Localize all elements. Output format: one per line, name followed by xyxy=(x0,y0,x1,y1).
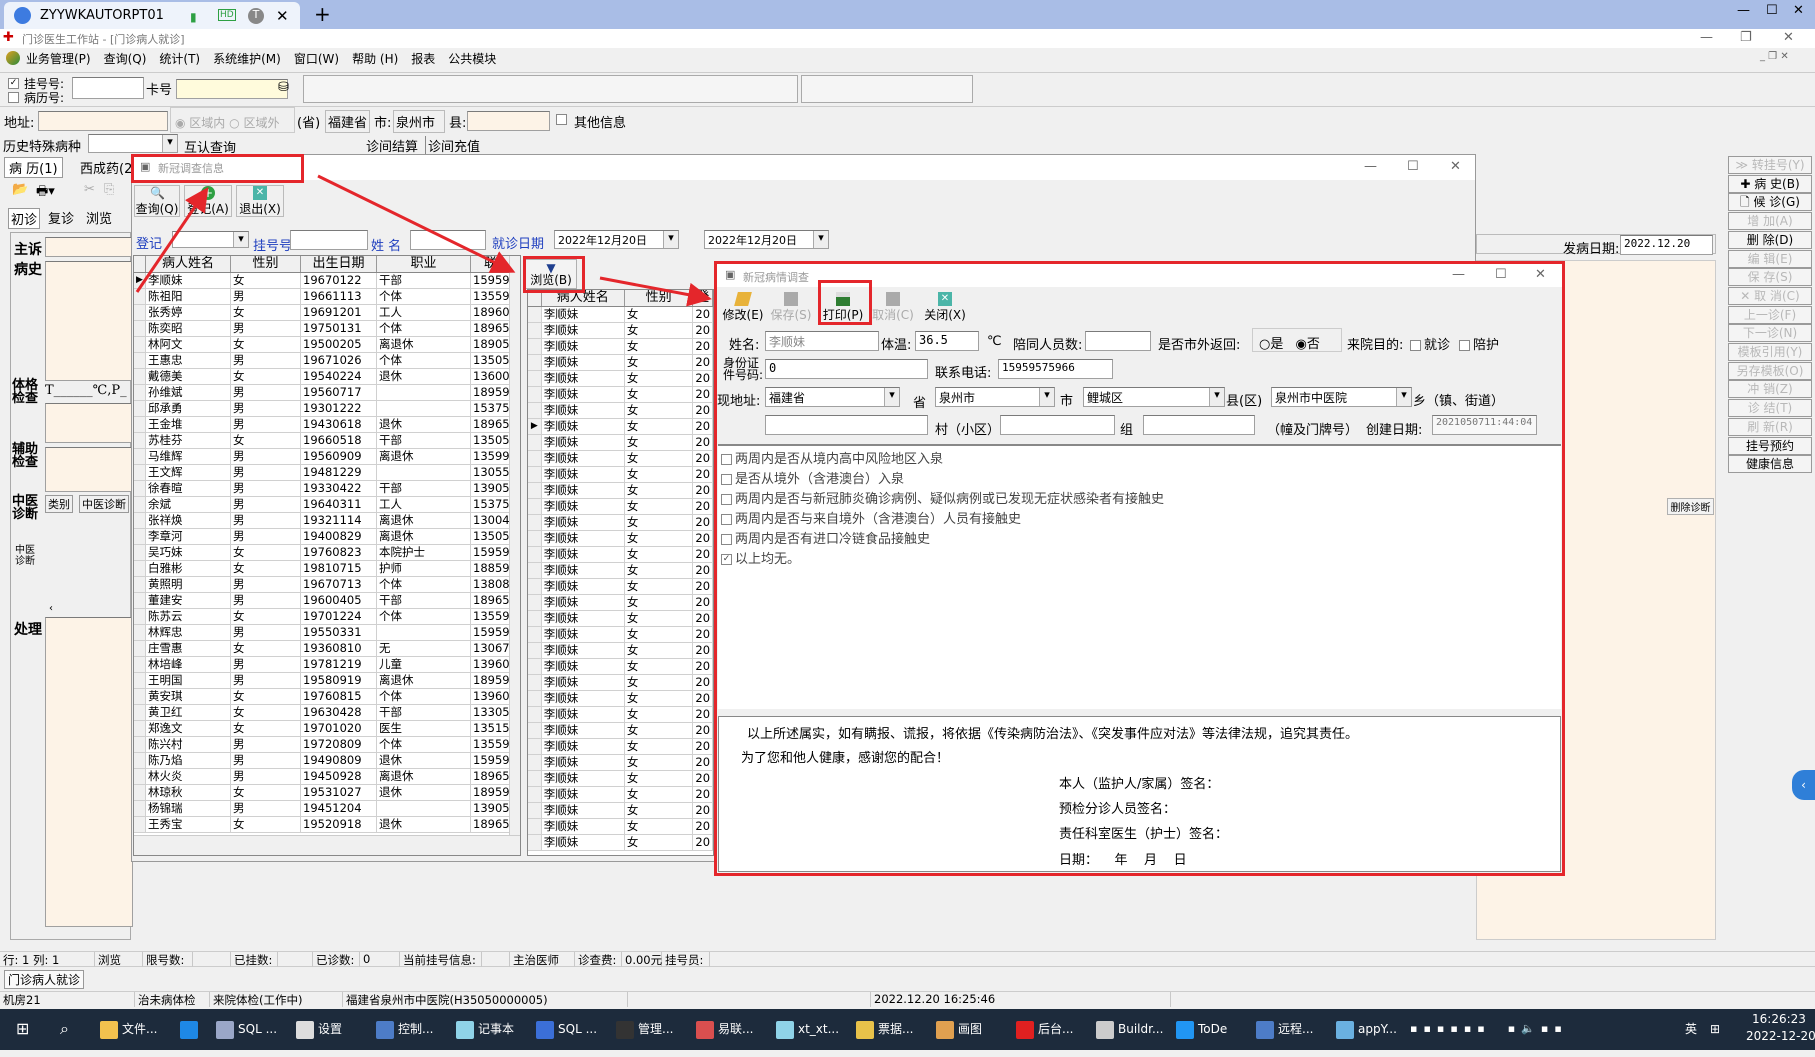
taskbar-app-label: 记事本 xyxy=(478,1022,515,1036)
taskbar-app[interactable]: 画图 xyxy=(936,1014,982,1044)
app-icon xyxy=(1336,1020,1354,1039)
status-seen-label: 已诊数: xyxy=(313,952,360,967)
taskbar-app[interactable]: 后台... xyxy=(1016,1014,1073,1044)
taskbar-app-label: 画图 xyxy=(958,1022,983,1036)
app-icon xyxy=(296,1020,314,1039)
status2-datetime: 2022.12.20 16:25:46 xyxy=(871,992,1171,1007)
app-icon xyxy=(1096,1020,1114,1039)
status-bar: 行: 1 列: 1 浏览 限号数: 已挂数: 已诊数: 0 当前挂号信息: 主治… xyxy=(0,951,1815,967)
app-icon xyxy=(696,1020,714,1039)
taskbar-app-label: xt_xt... xyxy=(798,1022,840,1036)
status-mode: 浏览 xyxy=(95,952,143,967)
taskbar-app[interactable]: appY... xyxy=(1336,1014,1397,1044)
status-rowcol: 行: 1 列: 1 xyxy=(0,952,95,967)
taskbar-app-label: 控制... xyxy=(398,1022,434,1036)
app-icon xyxy=(1176,1020,1194,1039)
status-fee-label: 诊查费: xyxy=(575,952,622,967)
app-icon xyxy=(100,1020,118,1039)
status-clerk-label: 挂号员: xyxy=(662,952,710,967)
taskbar-app-label: SQL ... xyxy=(558,1022,598,1036)
arrow-browse-to-dialog xyxy=(599,276,712,307)
taskbar-app[interactable] xyxy=(180,1014,202,1044)
ime-icon[interactable]: ⊞ xyxy=(1710,1014,1720,1044)
taskbar-app[interactable]: ToDe xyxy=(1176,1014,1227,1044)
taskbar-app[interactable]: 控制... xyxy=(376,1014,433,1044)
taskbar-app[interactable]: 设置 xyxy=(296,1014,342,1044)
taskbar-app-label: 后台... xyxy=(1038,1022,1074,1036)
taskbar-app-label: SQL ... xyxy=(238,1022,278,1036)
arrow-row-to-register xyxy=(135,187,209,293)
taskbar-app-label: 设置 xyxy=(318,1022,343,1036)
search-icon[interactable]: ⌕ xyxy=(60,1014,69,1044)
window-tab-outpatient[interactable]: 门诊病人就诊 xyxy=(4,970,85,989)
status-doctor: 主治医师 xyxy=(510,952,575,967)
status2-state: 来院体检(工作中) xyxy=(210,992,343,1007)
status2-empty xyxy=(628,992,871,1007)
status2-room: 机房21 xyxy=(0,992,135,1007)
app-icon xyxy=(456,1020,474,1039)
app-icon xyxy=(536,1020,554,1039)
status-fee: 0.00元 xyxy=(622,952,662,967)
taskbar-app[interactable]: Buildr... xyxy=(1096,1014,1163,1044)
taskbar-app[interactable]: SQL ... xyxy=(536,1014,597,1044)
taskbar-app[interactable]: 远程... xyxy=(1256,1014,1313,1044)
clock-date[interactable]: 2022-12-20 xyxy=(1746,1027,1815,1057)
app-icon xyxy=(776,1020,794,1039)
taskbar-app[interactable]: 记事本 xyxy=(456,1014,514,1044)
app-icon xyxy=(1016,1020,1034,1039)
taskbar-app-label: 远程... xyxy=(1278,1022,1314,1036)
status-registered xyxy=(278,952,313,967)
status-current-label: 当前挂号信息: xyxy=(400,952,482,967)
annotation-arrows xyxy=(135,174,712,307)
app-icon xyxy=(856,1020,874,1039)
taskbar-app[interactable]: 文件... xyxy=(100,1014,157,1044)
taskbar-app-label: appY... xyxy=(1358,1022,1397,1036)
status-limit-label: 限号数: xyxy=(143,952,193,967)
taskbar-app[interactable]: SQL ... xyxy=(216,1014,277,1044)
input-language[interactable]: 英 xyxy=(1685,1014,1697,1044)
status-registered-label: 已挂数: xyxy=(231,952,278,967)
status2-hospital: 福建省泉州市中医院(H35050000005) xyxy=(343,992,628,1007)
taskbar-app-label: ToDe xyxy=(1198,1022,1228,1036)
start-button[interactable]: ⊞ xyxy=(16,1014,29,1044)
taskbar-app-label: 易联... xyxy=(718,1022,754,1036)
taskbar-app[interactable]: xt_xt... xyxy=(776,1014,839,1044)
taskbar-app[interactable]: 管理... xyxy=(616,1014,673,1044)
taskbar-app-label: Buildr... xyxy=(1118,1022,1164,1036)
status-bar-2: 机房21 治未病体检 来院体检(工作中) 福建省泉州市中医院(H35050000… xyxy=(0,991,1815,1008)
taskbar-app[interactable]: 易联... xyxy=(696,1014,753,1044)
taskbar-app-label: 票据... xyxy=(878,1022,914,1036)
status2-type: 治未病体检 xyxy=(135,992,210,1007)
app-icon xyxy=(376,1020,394,1039)
status-seen: 0 xyxy=(360,952,400,967)
taskbar-app-label: 管理... xyxy=(638,1022,674,1036)
app-icon xyxy=(936,1020,954,1039)
taskbar-app-label: 文件... xyxy=(122,1022,158,1036)
app-icon xyxy=(180,1020,198,1039)
status-limit xyxy=(193,952,231,967)
app-icon xyxy=(1256,1020,1274,1039)
arrow-title-to-grid xyxy=(317,174,516,273)
app-icon xyxy=(616,1020,634,1039)
status-current xyxy=(482,952,510,967)
app-icon xyxy=(216,1020,234,1039)
tray-icons[interactable]: ▪▪▪▪▪▪ ▪🔈▪▪ xyxy=(1410,1014,1568,1044)
taskbar-app[interactable]: 票据... xyxy=(856,1014,913,1044)
